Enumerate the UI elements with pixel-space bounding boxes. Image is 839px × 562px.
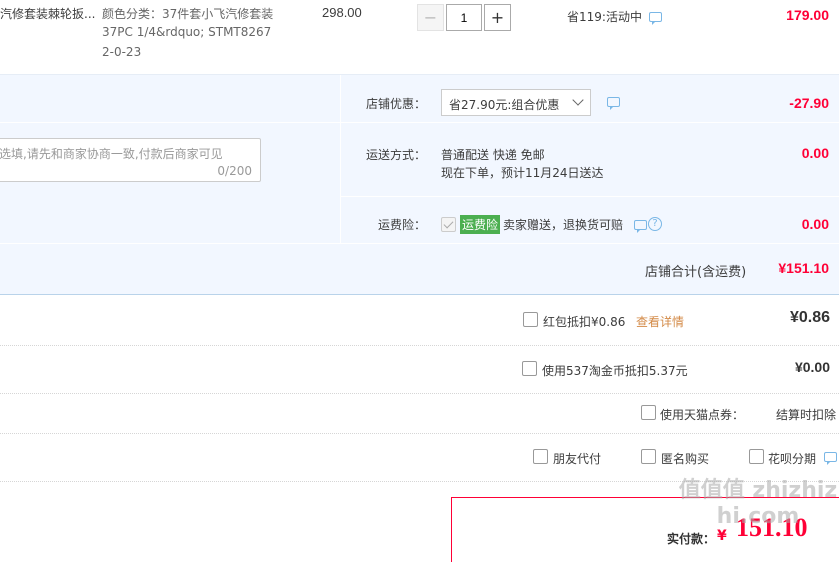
panel-divider-h2 xyxy=(340,196,839,197)
tmall-points-note: 结算时扣除 xyxy=(776,408,837,422)
item-sku-line3: 2-0-23 xyxy=(102,45,142,59)
redpacket-checkbox[interactable] xyxy=(523,312,538,327)
tmall-points-checkbox[interactable] xyxy=(641,405,656,420)
message-counter: 0/200 xyxy=(217,164,252,178)
promo-chat-icon[interactable] xyxy=(649,12,662,25)
store-total-label: 店铺合计(含运费) xyxy=(645,265,747,280)
message-placeholder: 选填,请先和商家协商一致,付款后商家可见 xyxy=(0,147,223,161)
friend-pay-checkbox[interactable] xyxy=(533,449,548,464)
taojinbi-label: 使用537淘金币抵扣5.37元 xyxy=(542,364,688,378)
panel-divider-vertical xyxy=(340,75,341,243)
insurance-text: 卖家赠送，退换货可赔 xyxy=(503,218,624,232)
store-discount-select[interactable]: 省27.90元:组合优惠 xyxy=(441,89,591,116)
store-discount-amount: -27.90 xyxy=(789,95,829,111)
help-question-icon[interactable]: ? xyxy=(648,217,662,231)
item-price: 298.00 xyxy=(322,5,362,20)
quantity-input[interactable] xyxy=(446,4,482,31)
huabei-checkbox[interactable] xyxy=(749,449,764,464)
store-panel: 店铺优惠： 省27.90元:组合优惠 -27.90 选填,请先和商家协商一致,付… xyxy=(0,74,839,295)
taojinbi-amount: ¥0.00 xyxy=(794,359,830,375)
item-row: 汽修套装棘轮扳... 颜色分类：37件套小飞汽修套装 37PC 1/4&rdqu… xyxy=(0,0,839,74)
item-subtotal: 179.00 xyxy=(786,7,829,23)
huabei-label: 花呗分期 xyxy=(768,452,817,466)
row-divider xyxy=(0,433,839,434)
huabei-chat-icon[interactable] xyxy=(824,452,837,465)
row-divider xyxy=(0,345,839,346)
shipping-label: 运送方式： xyxy=(366,148,427,162)
promo-note: 省119:活动中 xyxy=(567,10,642,24)
panel-divider-h3 xyxy=(0,243,839,244)
item-sku-line2: 37PC 1/4&rdquo; STMT8267 xyxy=(102,25,272,39)
shipping-amount: 0.00 xyxy=(801,145,829,161)
taojinbi-checkbox[interactable] xyxy=(522,361,537,376)
quantity-increase-button[interactable]: + xyxy=(484,4,511,31)
discount-chat-icon[interactable] xyxy=(607,97,620,110)
anonymous-label: 匿名购买 xyxy=(661,452,710,466)
chevron-down-icon xyxy=(572,94,584,106)
pay-currency: ¥ xyxy=(717,528,727,544)
watermark: 值值值 zhizhizhi.com xyxy=(678,478,838,529)
insurance-amount: 0.00 xyxy=(801,216,829,232)
row-divider xyxy=(0,393,839,394)
panel-divider-h1 xyxy=(0,122,839,123)
quantity-decrease-button[interactable]: − xyxy=(417,4,444,31)
insurance-checkbox xyxy=(441,217,456,232)
insurance-badge: 运费险 xyxy=(460,215,501,234)
tmall-points-label: 使用天猫点券： xyxy=(660,408,745,422)
pay-label: 实付款： xyxy=(667,532,716,546)
redpacket-amount: ¥0.86 xyxy=(789,309,830,326)
insurance-label: 运费险： xyxy=(378,218,427,232)
redpacket-label: 红包抵扣¥0.86 xyxy=(543,315,626,329)
shipping-line1: 普通配送 快递 免邮 xyxy=(441,148,545,162)
store-discount-label: 店铺优惠： xyxy=(366,97,427,111)
store-total-value: ¥151.10 xyxy=(778,260,829,276)
insurance-chat-icon[interactable] xyxy=(634,220,647,233)
item-title[interactable]: 汽修套装棘轮扳... xyxy=(0,5,95,22)
item-sku-line1: 颜色分类：37件套小飞汽修套装 xyxy=(102,7,274,21)
buyer-message-textarea[interactable]: 选填,请先和商家协商一致,付款后商家可见 0/200 xyxy=(0,138,261,182)
shipping-line2: 现在下单，预计11月24日送达 xyxy=(441,166,604,180)
check-icon xyxy=(443,218,454,229)
friend-pay-label: 朋友代付 xyxy=(553,452,602,466)
anonymous-checkbox[interactable] xyxy=(641,449,656,464)
redpacket-detail-link[interactable]: 查看详情 xyxy=(636,313,684,330)
